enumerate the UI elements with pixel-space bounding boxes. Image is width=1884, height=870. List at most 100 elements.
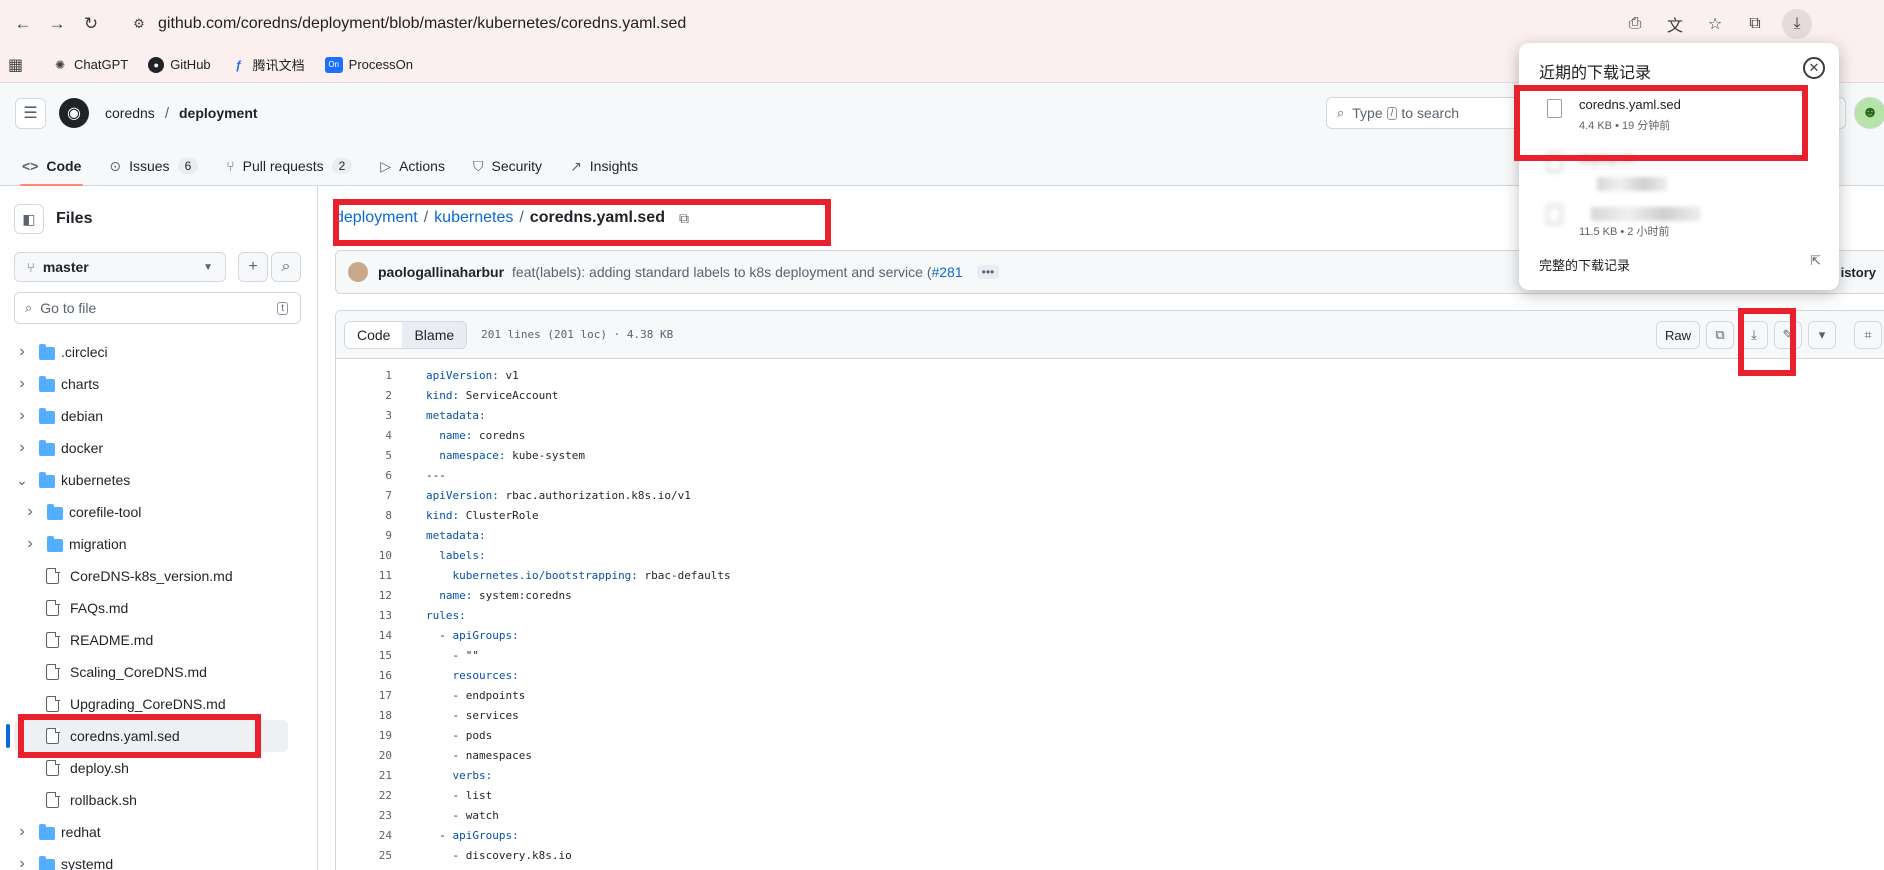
chevron-down-icon[interactable]: ⌄ <box>15 472 29 489</box>
tree-folder[interactable]: ⌄ kubernetes <box>0 464 318 496</box>
line-number[interactable]: 1 <box>336 369 392 382</box>
line-number[interactable]: 9 <box>336 529 392 542</box>
line-number[interactable]: 6 <box>336 469 392 482</box>
line-number[interactable]: 12 <box>336 589 392 602</box>
download-item[interactable]: coredns.yaml.sed 4.4 KB • 19 分钟前 <box>1539 93 1819 137</box>
line-number[interactable]: 22 <box>336 789 392 802</box>
path-link-kubernetes[interactable]: kubernetes <box>434 209 513 227</box>
line-number[interactable]: 10 <box>336 549 392 562</box>
line-number[interactable]: 16 <box>336 669 392 682</box>
tab-pull-requests[interactable]: ⑂ Pull requests 2 <box>216 146 362 186</box>
chevron-right-icon[interactable]: › <box>15 343 29 361</box>
download-raw-icon[interactable]: ⤓ <box>1740 321 1768 349</box>
tree-folder[interactable]: › charts <box>0 368 318 400</box>
line-number[interactable]: 3 <box>336 409 392 422</box>
path-link-deployment[interactable]: deployment <box>335 209 418 227</box>
line-number[interactable]: 7 <box>336 489 392 502</box>
chevron-right-icon[interactable]: › <box>15 407 29 425</box>
line-number[interactable]: 11 <box>336 569 392 582</box>
external-link-icon[interactable]: ⇱ <box>1810 253 1821 269</box>
translate-icon[interactable]: 文 <box>1662 12 1688 36</box>
line-number[interactable]: 19 <box>336 729 392 742</box>
history-link[interactable]: istory <box>1841 265 1876 280</box>
branch-selector[interactable]: ⑂ master ▼ <box>14 252 226 282</box>
forward-arrow-icon[interactable]: → <box>42 9 72 39</box>
commit-author-avatar[interactable] <box>348 262 368 282</box>
user-avatar[interactable]: ☻ <box>1854 97 1884 129</box>
tree-folder[interactable]: › docker <box>0 432 318 464</box>
github-logo-icon[interactable]: ◉ <box>59 98 89 128</box>
line-number[interactable]: 15 <box>336 649 392 662</box>
tree-file[interactable]: README.md <box>0 624 318 656</box>
line-number[interactable]: 25 <box>336 849 392 862</box>
tab-actions[interactable]: ▷ Actions <box>370 146 455 186</box>
add-file-button[interactable]: + <box>238 252 268 282</box>
url-text[interactable]: github.com/coredns/deployment/blob/maste… <box>158 15 686 33</box>
copy-raw-icon[interactable]: ⧉ <box>1706 321 1734 349</box>
bookmark-chatgpt[interactable]: ✺ ChatGPT <box>52 57 128 73</box>
tree-folder[interactable]: › systemd <box>0 848 318 870</box>
commit-pr-link[interactable]: #281 <box>931 264 962 280</box>
tab-code[interactable]: <> Code <box>12 146 91 186</box>
commit-expand-icon[interactable]: ••• <box>976 265 1000 279</box>
back-arrow-icon[interactable]: ← <box>8 9 38 39</box>
all-downloads-link[interactable]: 完整的下载记录 <box>1539 255 1630 274</box>
chevron-right-icon[interactable]: › <box>23 535 37 553</box>
line-number[interactable]: 4 <box>336 429 392 442</box>
bookmark-star-icon[interactable]: ☆ <box>1702 14 1728 34</box>
go-to-file-input[interactable]: ⌕ Go to file t <box>14 292 301 324</box>
tree-file[interactable]: CoreDNS-k8s_version.md <box>0 560 318 592</box>
chevron-right-icon[interactable]: › <box>23 503 37 521</box>
tree-folder[interactable]: › .circleci <box>0 336 318 368</box>
raw-button[interactable]: Raw <box>1655 321 1700 349</box>
collapse-sidebar-icon[interactable]: ◧ <box>14 204 44 234</box>
line-number[interactable]: 20 <box>336 749 392 762</box>
edit-pencil-icon[interactable]: ✎ <box>1774 321 1802 349</box>
tree-folder[interactable]: › debian <box>0 400 318 432</box>
chevron-right-icon[interactable]: › <box>15 375 29 393</box>
repo-name-link[interactable]: deployment <box>179 105 258 121</box>
tree-folder[interactable]: › redhat <box>0 816 318 848</box>
line-number[interactable]: 8 <box>336 509 392 522</box>
bookmark-processon[interactable]: On ProcessOn <box>324 56 413 73</box>
line-number[interactable]: 13 <box>336 609 392 622</box>
tab-issues[interactable]: ⊙ Issues 6 <box>99 146 208 186</box>
extensions-icon[interactable]: ⧉ <box>1742 15 1768 33</box>
chevron-right-icon[interactable]: › <box>15 823 29 841</box>
symbols-panel-icon[interactable]: ⌗ <box>1854 321 1882 349</box>
line-number[interactable]: 5 <box>336 449 392 462</box>
download-item[interactable]: 11.5 KB • 2 小时前 <box>1539 199 1819 243</box>
downloads-icon[interactable]: ⤓ <box>1782 8 1812 39</box>
address-bar[interactable]: ⚙ github.com/coredns/deployment/blob/mas… <box>120 8 1820 39</box>
tree-file[interactable]: coredns.yaml.sed <box>6 720 288 752</box>
line-number[interactable]: 2 <box>336 389 392 402</box>
site-settings-icon[interactable]: ⚙ <box>126 16 152 32</box>
chevron-right-icon[interactable]: › <box>15 855 29 870</box>
bookmark-github[interactable]: ● GitHub <box>148 56 211 73</box>
tree-file[interactable]: Upgrading_CoreDNS.md <box>0 688 318 720</box>
tree-file[interactable]: deploy.sh <box>0 752 318 784</box>
tree-folder[interactable]: › corefile-tool <box>0 496 318 528</box>
blame-view-button[interactable]: Blame <box>402 321 467 348</box>
line-number[interactable]: 17 <box>336 689 392 702</box>
tree-file[interactable]: FAQs.md <box>0 592 318 624</box>
reload-icon[interactable]: ↻ <box>76 9 106 39</box>
close-icon[interactable]: ✕ <box>1803 57 1825 79</box>
tree-folder[interactable]: › migration <box>0 528 318 560</box>
line-number[interactable]: 14 <box>336 629 392 642</box>
tab-security[interactable]: ⛉ Security <box>463 146 552 186</box>
more-edit-options-icon[interactable]: ▾ <box>1808 321 1836 349</box>
install-app-icon[interactable]: ⎙ <box>1622 15 1648 33</box>
apps-grid-icon[interactable]: ▦ <box>8 55 38 75</box>
menu-icon[interactable]: ☰ <box>15 97 46 129</box>
bookmark-tencent-docs[interactable]: ƒ 腾讯文档 <box>231 55 304 74</box>
repo-owner-link[interactable]: coredns <box>105 105 155 121</box>
tab-insights[interactable]: ↗ Insights <box>560 146 648 186</box>
line-number[interactable]: 23 <box>336 809 392 822</box>
line-number[interactable]: 21 <box>336 769 392 782</box>
line-number[interactable]: 24 <box>336 829 392 842</box>
tree-file[interactable]: rollback.sh <box>0 784 318 816</box>
code-view-button[interactable]: Code <box>345 321 403 348</box>
chevron-right-icon[interactable]: › <box>15 439 29 457</box>
tree-file[interactable]: Scaling_CoreDNS.md <box>0 656 318 688</box>
